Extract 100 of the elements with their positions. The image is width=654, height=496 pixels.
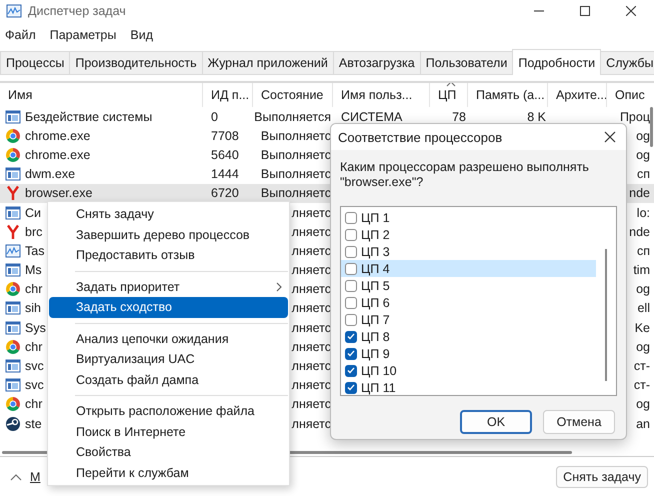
menu-item[interactable]: Завершить дерево процессов (49, 224, 288, 245)
table-cell: ell (637, 301, 650, 316)
list-item[interactable]: ЦП 1 (341, 209, 596, 226)
table-cell[interactable]: Си (25, 206, 42, 220)
table-cell[interactable]: Sys (25, 320, 46, 335)
table-cell: лняетс (292, 263, 331, 278)
menu-item[interactable]: Открыть расположение файла (49, 401, 288, 422)
menu-item[interactable]: Параметры (50, 28, 116, 42)
checkbox[interactable] (345, 246, 357, 258)
table-cell: сп (636, 244, 650, 258)
menu-item[interactable]: Перейти к службам (49, 462, 288, 483)
table-cell: lo: (636, 206, 650, 220)
table-cell[interactable]: svc (25, 378, 44, 392)
table-cell[interactable]: ste (25, 416, 42, 431)
list-item[interactable]: ЦП 2 (341, 226, 596, 243)
circle-logo-icon (5, 338, 21, 355)
table-cell[interactable]: Ms (25, 263, 42, 278)
column-header[interactable]: Архите... (548, 83, 607, 107)
column-header[interactable]: ИД п... (203, 83, 253, 107)
list-item[interactable]: ЦП 3 (341, 243, 596, 260)
table-cell[interactable]: sih (25, 301, 41, 316)
menu-item[interactable]: Свойства (49, 442, 288, 462)
checkbox[interactable] (345, 228, 357, 240)
checkbox[interactable] (345, 364, 357, 376)
menu-item[interactable]: Файл (5, 28, 36, 42)
table-cell[interactable]: Бездействие системы (25, 110, 152, 124)
tab[interactable]: Процессы (0, 51, 70, 74)
table-cell: Выполняется (254, 110, 331, 124)
window-icon (5, 108, 21, 125)
checkbox[interactable] (345, 280, 357, 292)
column-header[interactable]: Опис (607, 83, 648, 107)
table-cell: Выполняетс (260, 167, 331, 182)
menu-item[interactable]: Снять задачу (49, 204, 288, 224)
table-cell: лняетс (292, 224, 331, 239)
column-header[interactable]: Имя польз... (333, 83, 430, 107)
menu-item[interactable]: Анализ цепочки ожидания (49, 328, 288, 349)
column-header[interactable]: Состояние (253, 83, 333, 107)
menu-item[interactable]: Предоставить отзыв (49, 245, 288, 266)
table-cell[interactable]: chr (25, 340, 42, 354)
menu-item[interactable]: Задать приоритет (49, 276, 288, 297)
scrollbar-thumb[interactable] (605, 249, 607, 381)
scrollbar-thumb[interactable] (650, 107, 653, 147)
table-cell[interactable]: chrome.exe (25, 128, 90, 143)
close-button[interactable] (602, 129, 618, 145)
window-title: Диспетчер задач (28, 4, 127, 18)
dialog-button[interactable]: Отмена (543, 410, 615, 434)
table-cell: лняетс (292, 206, 331, 220)
tab[interactable]: Производительность (69, 51, 203, 74)
table-cell: лняетс (292, 378, 331, 392)
checkbox[interactable] (345, 212, 357, 224)
tab[interactable]: Подробности (512, 49, 602, 75)
checkbox[interactable] (345, 382, 357, 394)
table-cell[interactable]: chr (25, 282, 42, 296)
window-icon (5, 300, 21, 316)
column-header[interactable]: Память (а... (468, 83, 548, 107)
tab[interactable]: Журнал приложений (202, 51, 334, 74)
table-cell[interactable]: chrome.exe (25, 148, 90, 162)
circle-logo-icon (5, 281, 21, 298)
dialog-button[interactable]: OK (460, 410, 532, 434)
column-header[interactable]: Имя (0, 83, 203, 107)
tab[interactable]: Пользователи (420, 51, 514, 74)
table-cell[interactable]: dwm.exe (25, 167, 76, 182)
table-cell: 7708 (211, 128, 239, 143)
checkbox[interactable] (345, 330, 357, 342)
menu-item[interactable]: Задать сходство (49, 297, 288, 318)
table-cell: Выполняетс (260, 186, 331, 200)
window-icon (5, 166, 21, 182)
list-item[interactable]: ЦП 5 (341, 277, 596, 294)
chart-icon (5, 242, 21, 259)
tab[interactable]: Службы (600, 51, 654, 74)
list-item[interactable]: ЦП 9 (341, 345, 596, 362)
list-item[interactable]: ЦП 7 (341, 311, 596, 328)
menu-item[interactable]: Создать файл дампа (49, 370, 288, 390)
list-item[interactable]: ЦП 11 (341, 379, 596, 396)
table-cell[interactable]: chr (25, 397, 42, 412)
menu-item[interactable]: Поиск в Интернете (49, 422, 288, 442)
checkbox[interactable] (345, 296, 357, 308)
tab[interactable]: Автозагрузка (332, 51, 421, 74)
table-cell: лняетс (292, 359, 331, 374)
table-cell[interactable]: Tas (25, 244, 44, 258)
end-task-button[interactable]: Снять задачу (556, 466, 648, 488)
chevron-up-icon[interactable] (10, 473, 22, 481)
list-item[interactable]: ЦП 10 (341, 362, 596, 379)
table-cell: 78 (452, 110, 466, 124)
list-item[interactable]: ЦП 6 (341, 294, 596, 311)
table-cell[interactable]: brc (25, 224, 42, 239)
window-icon (5, 358, 21, 374)
circle-logo-icon (5, 396, 21, 412)
table-cell: СИСТЕМА (341, 110, 402, 124)
table-cell[interactable]: svc (25, 359, 44, 374)
menu-item[interactable]: Виртуализация UAC (49, 349, 288, 370)
checkbox[interactable] (345, 314, 357, 326)
column-header[interactable]: ЦП (430, 83, 468, 107)
list-item[interactable]: ЦП 8 (341, 328, 596, 345)
table-cell: сп (636, 167, 650, 182)
list-item[interactable]: ЦП 4 (341, 260, 596, 277)
table-cell[interactable]: browser.exe (25, 186, 92, 200)
checkbox[interactable] (345, 348, 357, 360)
menu-item[interactable]: Вид (130, 28, 153, 42)
checkbox[interactable] (345, 262, 357, 274)
